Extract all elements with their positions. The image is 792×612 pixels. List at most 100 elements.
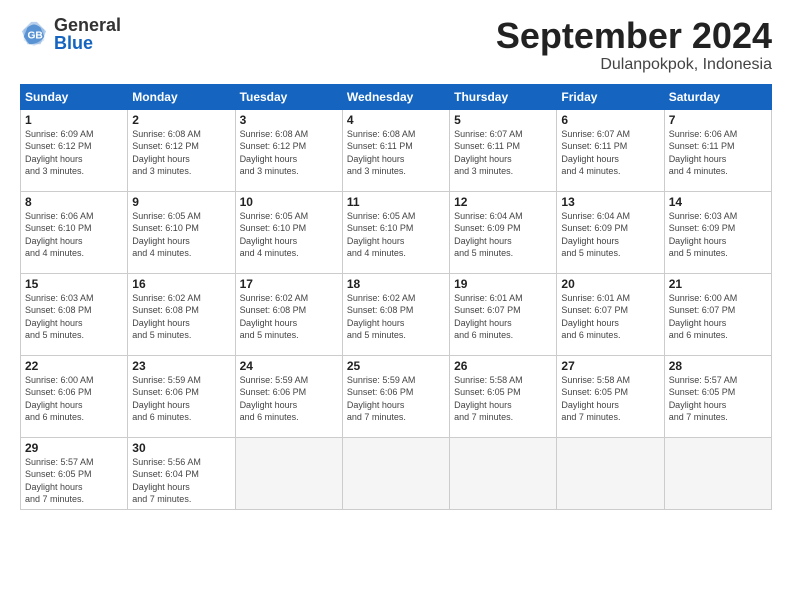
table-row: 25 Sunrise: 5:59 AM Sunset: 6:06 PM Dayl… (342, 355, 449, 437)
header-thursday: Thursday (450, 84, 557, 109)
day-info: Sunrise: 6:08 AM Sunset: 6:11 PM Dayligh… (347, 128, 445, 178)
day-info: Sunrise: 6:05 AM Sunset: 6:10 PM Dayligh… (240, 210, 338, 260)
day-number: 3 (240, 113, 338, 127)
table-row: 1 Sunrise: 6:09 AM Sunset: 6:12 PM Dayli… (21, 109, 128, 191)
table-row: 16 Sunrise: 6:02 AM Sunset: 6:08 PM Dayl… (128, 273, 235, 355)
day-info: Sunrise: 5:59 AM Sunset: 6:06 PM Dayligh… (240, 374, 338, 424)
day-number: 21 (669, 277, 767, 291)
day-info: Sunrise: 6:04 AM Sunset: 6:09 PM Dayligh… (454, 210, 552, 260)
day-info: Sunrise: 5:58 AM Sunset: 6:05 PM Dayligh… (454, 374, 552, 424)
day-number: 22 (25, 359, 123, 373)
day-number: 14 (669, 195, 767, 209)
day-info: Sunrise: 6:06 AM Sunset: 6:11 PM Dayligh… (669, 128, 767, 178)
header-tuesday: Tuesday (235, 84, 342, 109)
day-number: 29 (25, 441, 123, 455)
day-number: 12 (454, 195, 552, 209)
day-info: Sunrise: 6:01 AM Sunset: 6:07 PM Dayligh… (561, 292, 659, 342)
day-info: Sunrise: 5:57 AM Sunset: 6:05 PM Dayligh… (669, 374, 767, 424)
day-number: 11 (347, 195, 445, 209)
table-row: 10 Sunrise: 6:05 AM Sunset: 6:10 PM Dayl… (235, 191, 342, 273)
day-number: 28 (669, 359, 767, 373)
day-info: Sunrise: 6:02 AM Sunset: 6:08 PM Dayligh… (240, 292, 338, 342)
table-row (664, 437, 771, 509)
day-number: 19 (454, 277, 552, 291)
day-info: Sunrise: 6:02 AM Sunset: 6:08 PM Dayligh… (132, 292, 230, 342)
day-info: Sunrise: 5:56 AM Sunset: 6:04 PM Dayligh… (132, 456, 230, 506)
day-info: Sunrise: 6:06 AM Sunset: 6:10 PM Dayligh… (25, 210, 123, 260)
month-title: September 2024 (496, 16, 772, 56)
table-row (235, 437, 342, 509)
day-info: Sunrise: 6:05 AM Sunset: 6:10 PM Dayligh… (347, 210, 445, 260)
table-row: 8 Sunrise: 6:06 AM Sunset: 6:10 PM Dayli… (21, 191, 128, 273)
day-number: 9 (132, 195, 230, 209)
day-number: 13 (561, 195, 659, 209)
day-number: 27 (561, 359, 659, 373)
header-wednesday: Wednesday (342, 84, 449, 109)
day-info: Sunrise: 6:08 AM Sunset: 6:12 PM Dayligh… (240, 128, 338, 178)
day-info: Sunrise: 6:03 AM Sunset: 6:08 PM Dayligh… (25, 292, 123, 342)
day-number: 24 (240, 359, 338, 373)
logo: GB General Blue (20, 16, 121, 52)
table-row: 28 Sunrise: 5:57 AM Sunset: 6:05 PM Dayl… (664, 355, 771, 437)
day-number: 1 (25, 113, 123, 127)
title-section: September 2024 Dulanpokpok, Indonesia (496, 16, 772, 74)
table-row: 29 Sunrise: 5:57 AM Sunset: 6:05 PM Dayl… (21, 437, 128, 509)
day-info: Sunrise: 6:00 AM Sunset: 6:06 PM Dayligh… (25, 374, 123, 424)
table-row: 30 Sunrise: 5:56 AM Sunset: 6:04 PM Dayl… (128, 437, 235, 509)
svg-text:GB: GB (27, 31, 42, 42)
table-row: 3 Sunrise: 6:08 AM Sunset: 6:12 PM Dayli… (235, 109, 342, 191)
day-number: 15 (25, 277, 123, 291)
days-header-row: Sunday Monday Tuesday Wednesday Thursday… (21, 84, 772, 109)
location: Dulanpokpok, Indonesia (496, 56, 772, 74)
day-number: 30 (132, 441, 230, 455)
logo-icon: GB (20, 20, 48, 48)
day-number: 6 (561, 113, 659, 127)
day-number: 25 (347, 359, 445, 373)
table-row: 15 Sunrise: 6:03 AM Sunset: 6:08 PM Dayl… (21, 273, 128, 355)
table-row: 18 Sunrise: 6:02 AM Sunset: 6:08 PM Dayl… (342, 273, 449, 355)
table-row: 27 Sunrise: 5:58 AM Sunset: 6:05 PM Dayl… (557, 355, 664, 437)
calendar-page: GB General Blue September 2024 Dulanpokp… (0, 0, 792, 612)
table-row: 7 Sunrise: 6:06 AM Sunset: 6:11 PM Dayli… (664, 109, 771, 191)
day-info: Sunrise: 6:09 AM Sunset: 6:12 PM Dayligh… (25, 128, 123, 178)
table-row: 12 Sunrise: 6:04 AM Sunset: 6:09 PM Dayl… (450, 191, 557, 273)
table-row (342, 437, 449, 509)
table-row: 26 Sunrise: 5:58 AM Sunset: 6:05 PM Dayl… (450, 355, 557, 437)
day-info: Sunrise: 6:04 AM Sunset: 6:09 PM Dayligh… (561, 210, 659, 260)
day-number: 17 (240, 277, 338, 291)
day-number: 18 (347, 277, 445, 291)
day-number: 26 (454, 359, 552, 373)
header: GB General Blue September 2024 Dulanpokp… (20, 16, 772, 74)
day-info: Sunrise: 6:03 AM Sunset: 6:09 PM Dayligh… (669, 210, 767, 260)
day-info: Sunrise: 6:00 AM Sunset: 6:07 PM Dayligh… (669, 292, 767, 342)
day-number: 20 (561, 277, 659, 291)
table-row: 23 Sunrise: 5:59 AM Sunset: 6:06 PM Dayl… (128, 355, 235, 437)
table-row: 24 Sunrise: 5:59 AM Sunset: 6:06 PM Dayl… (235, 355, 342, 437)
day-number: 8 (25, 195, 123, 209)
day-info: Sunrise: 6:08 AM Sunset: 6:12 PM Dayligh… (132, 128, 230, 178)
calendar-table: Sunday Monday Tuesday Wednesday Thursday… (20, 84, 772, 510)
day-number: 5 (454, 113, 552, 127)
table-row: 22 Sunrise: 6:00 AM Sunset: 6:06 PM Dayl… (21, 355, 128, 437)
header-sunday: Sunday (21, 84, 128, 109)
table-row: 9 Sunrise: 6:05 AM Sunset: 6:10 PM Dayli… (128, 191, 235, 273)
header-monday: Monday (128, 84, 235, 109)
table-row: 13 Sunrise: 6:04 AM Sunset: 6:09 PM Dayl… (557, 191, 664, 273)
table-row (450, 437, 557, 509)
day-number: 4 (347, 113, 445, 127)
table-row: 19 Sunrise: 6:01 AM Sunset: 6:07 PM Dayl… (450, 273, 557, 355)
day-info: Sunrise: 6:07 AM Sunset: 6:11 PM Dayligh… (454, 128, 552, 178)
day-info: Sunrise: 5:59 AM Sunset: 6:06 PM Dayligh… (132, 374, 230, 424)
day-number: 7 (669, 113, 767, 127)
day-info: Sunrise: 5:58 AM Sunset: 6:05 PM Dayligh… (561, 374, 659, 424)
table-row (557, 437, 664, 509)
day-info: Sunrise: 6:05 AM Sunset: 6:10 PM Dayligh… (132, 210, 230, 260)
table-row: 21 Sunrise: 6:00 AM Sunset: 6:07 PM Dayl… (664, 273, 771, 355)
day-info: Sunrise: 6:01 AM Sunset: 6:07 PM Dayligh… (454, 292, 552, 342)
logo-text: General Blue (54, 16, 121, 52)
logo-general: General (54, 16, 121, 34)
table-row: 20 Sunrise: 6:01 AM Sunset: 6:07 PM Dayl… (557, 273, 664, 355)
table-row: 17 Sunrise: 6:02 AM Sunset: 6:08 PM Dayl… (235, 273, 342, 355)
day-info: Sunrise: 6:07 AM Sunset: 6:11 PM Dayligh… (561, 128, 659, 178)
day-number: 23 (132, 359, 230, 373)
